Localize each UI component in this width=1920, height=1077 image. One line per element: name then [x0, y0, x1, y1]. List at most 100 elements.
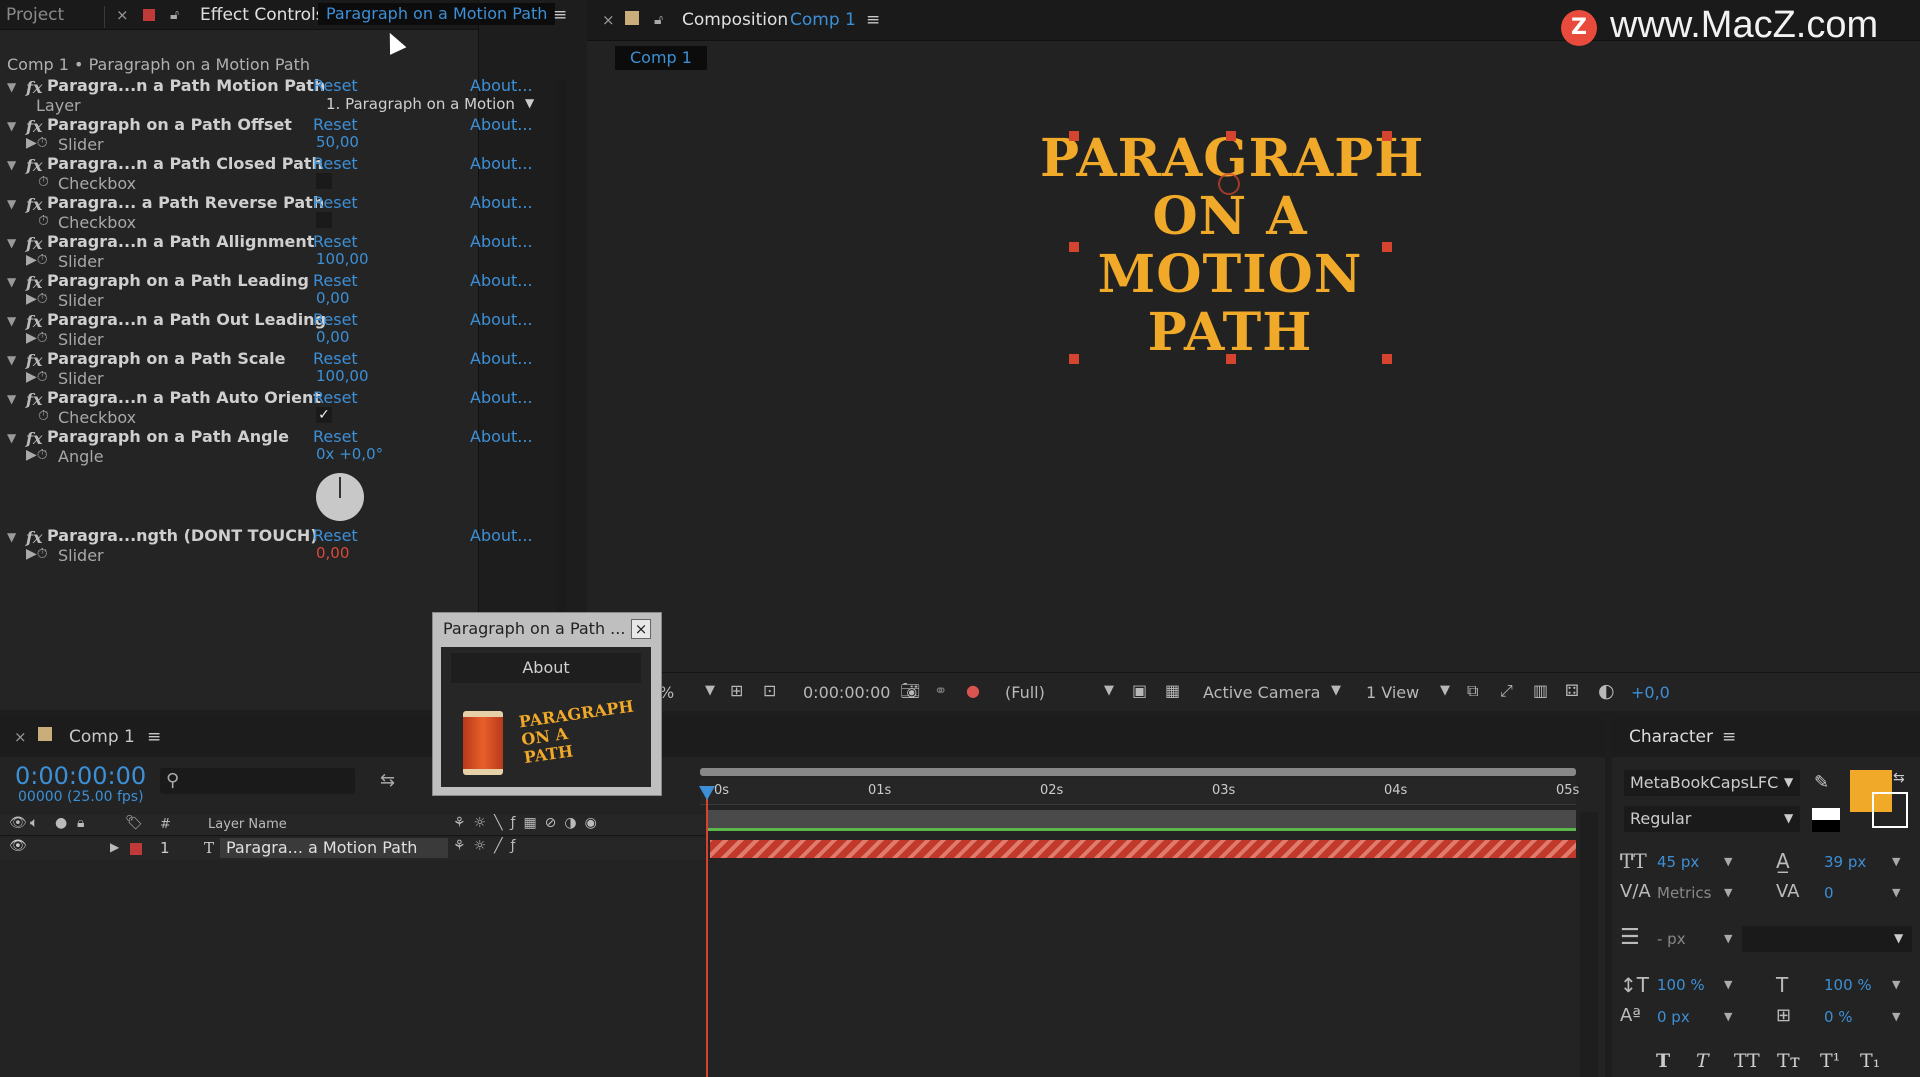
timeline-timecode[interactable]: 0:00:00:00 — [15, 762, 146, 790]
expand-triangle-icon[interactable]: ▼ — [7, 392, 16, 406]
fx-icon[interactable]: fx — [26, 195, 42, 214]
solo-icon[interactable]: ● — [55, 815, 67, 831]
about-link[interactable]: About... — [470, 76, 533, 95]
views-select[interactable]: 1 View — [1366, 683, 1419, 702]
reset-link[interactable]: Reset — [313, 271, 358, 290]
reset-link[interactable]: Reset — [313, 310, 358, 329]
faux-bold-button[interactable]: T — [1656, 1050, 1670, 1072]
horizontal-scale-value[interactable]: 100 % — [1824, 976, 1872, 994]
layer-search-input[interactable] — [160, 768, 355, 794]
font-size-value[interactable]: 45 px — [1657, 853, 1699, 871]
stopwatch-icon[interactable]: ▶⏱ — [26, 369, 48, 385]
about-link[interactable]: About... — [470, 115, 533, 134]
expand-triangle-icon[interactable]: ▼ — [7, 119, 16, 133]
current-time-indicator[interactable] — [706, 788, 708, 1077]
tab-character[interactable]: Character — [1629, 724, 1713, 750]
about-link[interactable]: About... — [470, 427, 533, 446]
tracking-value[interactable]: 0 — [1824, 884, 1834, 902]
fx-icon[interactable]: fx — [26, 351, 42, 370]
layer-duration-bar[interactable] — [710, 840, 1576, 858]
leading-value[interactable]: 39 px — [1824, 853, 1866, 871]
tab-project[interactable]: Project — [6, 2, 64, 28]
chevron-down-icon[interactable]: ▼ — [705, 683, 715, 698]
swap-colors-icon[interactable]: ⇆ — [1893, 770, 1905, 786]
transform-handle[interactable] — [1069, 131, 1079, 141]
color-channels-icon[interactable]: ● — [966, 681, 980, 700]
transparency-grid-icon[interactable]: ⊡ — [763, 681, 776, 700]
about-link[interactable]: About... — [470, 310, 533, 329]
fast-preview-icon[interactable]: ▣ — [1132, 681, 1147, 700]
about-link[interactable]: About... — [470, 349, 533, 368]
transform-handle[interactable] — [1226, 354, 1236, 364]
param-value[interactable]: 100,00 — [316, 367, 369, 385]
stopwatch-icon[interactable]: ⏱ — [38, 213, 49, 229]
resolution-select[interactable]: (Full) — [1005, 683, 1045, 702]
composition-target[interactable]: Comp 1 — [790, 7, 856, 33]
exposure-value[interactable]: +0,0 — [1631, 683, 1670, 702]
subscript-button[interactable]: T₁ — [1860, 1050, 1880, 1072]
expand-triangle-icon[interactable]: ▼ — [7, 530, 16, 544]
stroke-color-swatch[interactable] — [1872, 792, 1908, 828]
transform-handle[interactable] — [1382, 131, 1392, 141]
fx-icon[interactable]: fx — [26, 117, 42, 136]
param-value[interactable]: 50,00 — [316, 133, 359, 151]
layer-select[interactable]: 1. Paragraph on a Motion — [326, 95, 515, 113]
about-link[interactable]: About... — [470, 388, 533, 407]
chevron-down-icon[interactable]: ▼ — [1724, 978, 1732, 991]
checkbox[interactable]: ✓ — [316, 407, 332, 423]
expand-triangle-icon[interactable]: ▼ — [7, 314, 16, 328]
param-value[interactable]: 0,00 — [316, 544, 349, 562]
chevron-down-icon[interactable]: ▼ — [1724, 855, 1732, 868]
tab-composition[interactable]: Composition — [682, 7, 788, 33]
vertical-scale-value[interactable]: 100 % — [1657, 976, 1705, 994]
chevron-down-icon[interactable]: ▼ — [1331, 683, 1341, 698]
work-area-bar[interactable] — [700, 768, 1576, 776]
stopwatch-icon[interactable]: ⏱ — [38, 174, 49, 190]
transform-handle[interactable] — [1069, 242, 1079, 252]
composition-text-layer[interactable]: PARAGRAPH ON A MOTION PATH — [1040, 130, 1423, 362]
reset-link[interactable]: Reset — [313, 349, 358, 368]
stopwatch-icon[interactable]: ▶⏱ — [26, 447, 48, 463]
chevron-down-icon[interactable]: ▼ — [1892, 978, 1900, 991]
stopwatch-icon[interactable]: ▶⏱ — [26, 135, 48, 151]
kerning-value[interactable]: Metrics — [1657, 884, 1711, 902]
snapshot-icon[interactable]: 📷︎ — [900, 681, 920, 700]
layer-switches[interactable]: ⚘☼╱ƒ — [453, 838, 523, 854]
current-time-head[interactable] — [699, 786, 715, 800]
fx-icon[interactable]: fx — [26, 429, 42, 448]
transform-handle[interactable] — [1069, 354, 1079, 364]
chevron-down-icon[interactable]: ▼ — [1104, 683, 1114, 698]
panel-menu-icon[interactable]: ≡ — [1722, 724, 1736, 750]
tab-effect-controls[interactable]: Effect Controls — [200, 2, 325, 28]
checker-icon[interactable]: ▦ — [1165, 681, 1180, 700]
chevron-down-icon[interactable]: ▼ — [1892, 1010, 1900, 1023]
reset-link[interactable]: Reset — [313, 193, 358, 212]
about-link[interactable]: About... — [470, 193, 533, 212]
fx-icon[interactable]: fx — [26, 312, 42, 331]
lock-icon[interactable]: 🔓︎ — [654, 7, 663, 33]
reset-link[interactable]: Reset — [313, 526, 358, 545]
chevron-down-icon[interactable]: ▼ — [1724, 886, 1732, 899]
baseline-shift-value[interactable]: 0 px — [1657, 1008, 1690, 1026]
reset-link[interactable]: Reset — [313, 115, 358, 134]
comp-timecode[interactable]: 0:00:00:00 — [803, 683, 890, 702]
effect-target-selector[interactable]: Paragraph on a Motion Path — [318, 3, 556, 25]
lock-icon[interactable]: 🔒︎ — [77, 815, 84, 831]
about-link[interactable]: About... — [470, 526, 533, 545]
fx-icon[interactable]: fx — [26, 528, 42, 547]
param-value[interactable]: 0,00 — [316, 289, 349, 307]
chevron-down-icon[interactable]: ▼ — [1892, 855, 1900, 868]
expand-triangle-icon[interactable]: ▼ — [7, 275, 16, 289]
label-icon[interactable]: 🏷︎ — [125, 815, 143, 831]
chevron-down-icon[interactable]: ▼ — [525, 96, 534, 110]
reset-link[interactable]: Reset — [313, 76, 358, 95]
chevron-down-icon[interactable]: ▼ — [1440, 683, 1450, 698]
stopwatch-icon[interactable]: ▶⏱ — [26, 252, 48, 268]
eye-icon[interactable]: 👁︎ — [9, 815, 27, 831]
checkbox[interactable] — [316, 212, 332, 228]
fit-icon[interactable]: ⤢ — [1500, 681, 1513, 701]
all-caps-button[interactable]: TT — [1734, 1050, 1760, 1072]
show-snapshot-icon[interactable]: ⚭ — [934, 681, 947, 700]
expand-triangle-icon[interactable]: ▼ — [7, 158, 16, 172]
fx-icon[interactable]: fx — [26, 390, 42, 409]
